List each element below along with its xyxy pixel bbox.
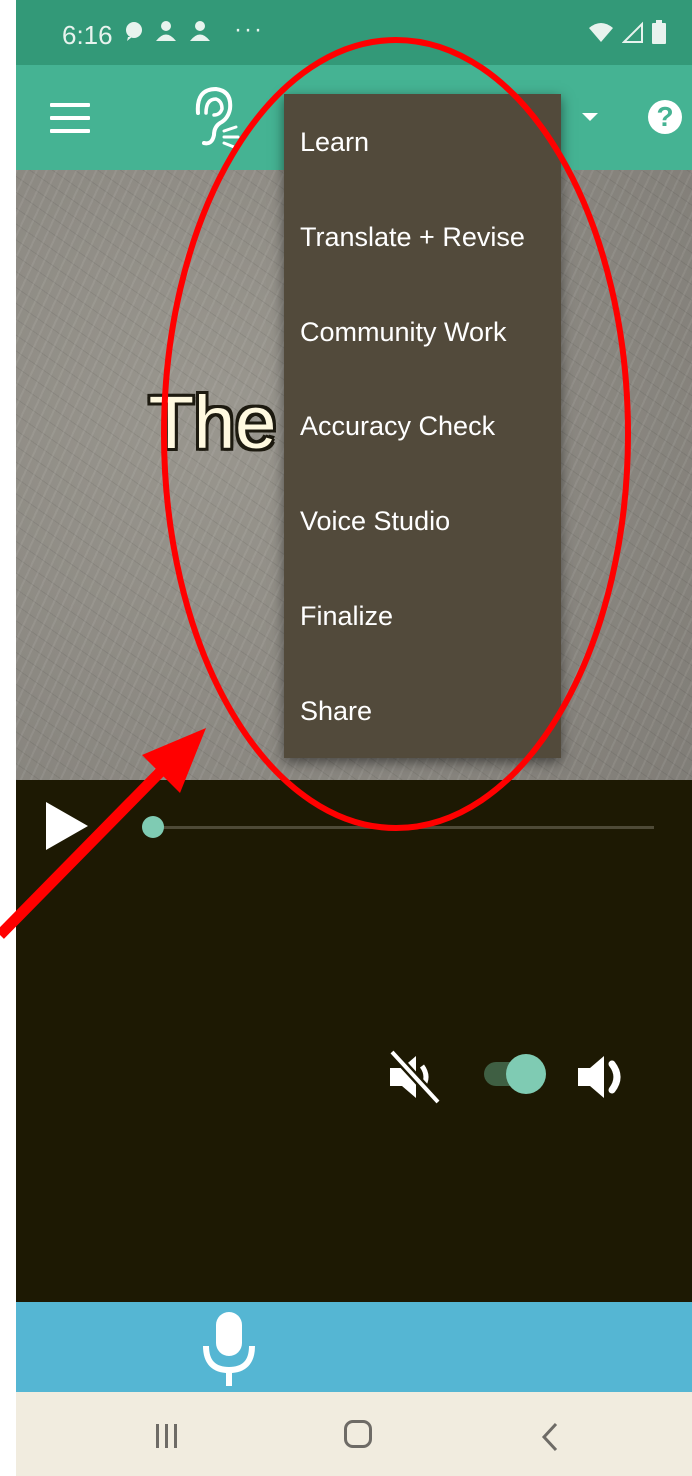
system-navigation-bar	[16, 1392, 692, 1476]
phone-screen: 6:16 ··· ? Thes O	[16, 0, 692, 1476]
slide-title-line1: The	[148, 381, 277, 464]
microphone-icon[interactable]	[200, 1308, 258, 1388]
volume-up-icon[interactable]	[574, 1048, 634, 1106]
record-bar	[16, 1302, 692, 1392]
help-button[interactable]: ?	[648, 100, 682, 134]
play-icon[interactable]	[46, 802, 88, 850]
status-bar: 6:16 ···	[16, 0, 692, 65]
wifi-icon	[589, 23, 613, 42]
hamburger-menu-icon[interactable]	[50, 103, 90, 133]
battery-icon	[652, 20, 666, 44]
chat-bubble-icon	[126, 22, 142, 41]
menu-item-share[interactable]: Share	[284, 664, 561, 759]
audio-player	[16, 780, 692, 1302]
seek-bar[interactable]	[156, 826, 654, 829]
menu-item-translate-revise[interactable]: Translate + Revise	[284, 190, 561, 285]
menu-item-voice-studio[interactable]: Voice Studio	[284, 474, 561, 569]
chevron-down-icon[interactable]	[582, 113, 598, 121]
menu-item-finalize[interactable]: Finalize	[284, 569, 561, 664]
signal-icon	[622, 21, 643, 43]
menu-item-accuracy-check[interactable]: Accuracy Check	[284, 380, 561, 475]
status-time: 6:16	[62, 20, 113, 50]
people-icon-2	[190, 21, 210, 41]
ear-listening-icon[interactable]	[184, 83, 244, 153]
back-icon[interactable]	[540, 1422, 560, 1452]
people-icon	[156, 21, 176, 41]
menu-item-community-work[interactable]: Community Work	[284, 285, 561, 380]
notification-icons	[124, 20, 212, 42]
workflow-dropdown-menu: Learn Translate + Revise Community Work …	[284, 94, 561, 758]
recent-apps-icon[interactable]	[152, 1422, 182, 1450]
audio-toggle-switch[interactable]	[506, 1054, 546, 1094]
seek-thumb[interactable]	[142, 816, 164, 838]
home-icon[interactable]	[344, 1420, 372, 1448]
more-notifications: ···	[234, 16, 264, 43]
status-indicators	[588, 20, 666, 44]
volume-mute-icon[interactable]	[386, 1048, 444, 1106]
menu-item-learn[interactable]: Learn	[284, 94, 561, 190]
